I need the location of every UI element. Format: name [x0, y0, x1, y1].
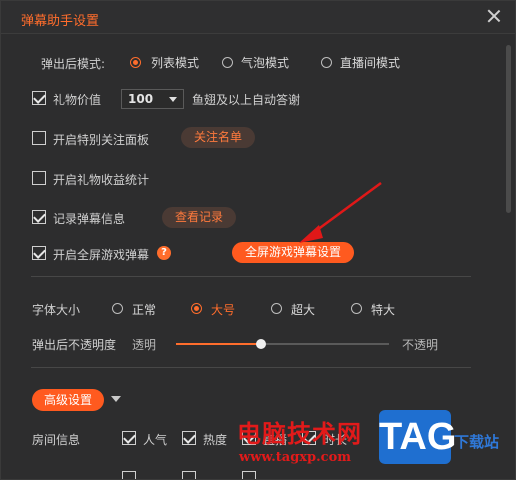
gift-stats-label: 开启礼物收益统计	[53, 173, 150, 187]
close-icon[interactable]	[487, 9, 501, 23]
radio-live-room-mode[interactable]	[321, 57, 332, 68]
record-danmaku-checkbox[interactable]	[32, 210, 46, 224]
fullscreen-game-label: 开启全屏游戏弹幕	[53, 248, 150, 262]
radio-list-mode-label[interactable]: 列表模式	[151, 54, 199, 71]
radio-font-normal-label[interactable]: 正常	[132, 301, 156, 318]
watermark-logo: TAG	[379, 410, 456, 464]
radio-bubble-mode[interactable]	[222, 57, 233, 68]
opacity-min-label: 透明	[132, 338, 157, 352]
partial-row-checkbox[interactable]	[122, 471, 136, 479]
gift-threshold-value: 100	[128, 92, 154, 106]
partial-row-checkbox[interactable]	[242, 471, 256, 479]
section-divider	[31, 367, 471, 368]
radio-font-large-label[interactable]: 大号	[211, 301, 235, 318]
watermark-text: 电脑技术网	[237, 420, 362, 448]
record-danmaku-label: 记录弹幕信息	[53, 212, 126, 226]
chevron-down-icon[interactable]	[111, 396, 121, 402]
watermark-site: 下载站	[454, 433, 500, 451]
chevron-down-icon	[169, 97, 177, 102]
opacity-slider-fill	[176, 343, 262, 345]
opacity-label: 弹出后不透明度	[32, 338, 117, 352]
radio-font-xxlarge-label[interactable]: 特大	[371, 301, 395, 318]
partial-row-checkbox[interactable]	[182, 471, 196, 479]
red-arrow-annotation	[299, 181, 382, 243]
help-icon[interactable]: ?	[157, 246, 171, 260]
radio-font-xxlarge[interactable]	[351, 303, 362, 314]
opacity-slider[interactable]	[176, 339, 389, 349]
section-divider	[31, 276, 471, 277]
special-panel-checkbox[interactable]	[32, 131, 46, 145]
room-heat-checkbox[interactable]	[182, 431, 196, 445]
radio-font-normal[interactable]	[112, 303, 123, 314]
gift-value-label: 礼物价值	[53, 93, 102, 107]
room-popularity-checkbox[interactable]	[122, 431, 136, 445]
radio-bubble-mode-label[interactable]: 气泡模式	[241, 54, 289, 71]
opacity-slider-handle[interactable]	[256, 339, 267, 349]
view-records-button[interactable]: 查看记录	[162, 207, 236, 228]
radio-font-xlarge[interactable]	[271, 303, 282, 314]
settings-dialog: 弹幕助手设置 弹出后模式: 列表模式 气泡模式 直播间模式 礼物价值 100 鱼…	[0, 0, 516, 480]
room-heat-label: 热度	[203, 433, 228, 447]
gift-threshold-select[interactable]: 100	[121, 89, 184, 109]
font-size-label: 字体大小	[32, 303, 81, 317]
window-title: 弹幕助手设置	[21, 14, 100, 29]
follow-list-button[interactable]: 关注名单	[181, 127, 255, 148]
fullscreen-game-checkbox[interactable]	[32, 246, 46, 260]
gift-value-checkbox[interactable]	[32, 91, 46, 105]
radio-font-xlarge-label[interactable]: 超大	[291, 301, 315, 318]
title-bar: 弹幕助手设置	[1, 1, 515, 34]
radio-live-room-mode-label[interactable]: 直播间模式	[340, 54, 400, 71]
scrollbar[interactable]	[506, 45, 511, 213]
opacity-max-label: 不透明	[402, 338, 439, 352]
room-info-label: 房间信息	[32, 433, 81, 447]
advanced-settings-button[interactable]: 高级设置	[32, 389, 104, 411]
gift-value-suffix: 鱼翅及以上自动答谢	[192, 93, 301, 107]
room-popularity-label: 人气	[143, 433, 168, 447]
popup-mode-label: 弹出后模式:	[41, 57, 106, 71]
gift-stats-checkbox[interactable]	[32, 171, 46, 185]
special-panel-label: 开启特别关注面板	[53, 133, 150, 147]
radio-font-large[interactable]	[191, 303, 202, 314]
watermark-url: www.tagxp.com	[239, 450, 352, 465]
radio-list-mode[interactable]	[130, 57, 141, 68]
